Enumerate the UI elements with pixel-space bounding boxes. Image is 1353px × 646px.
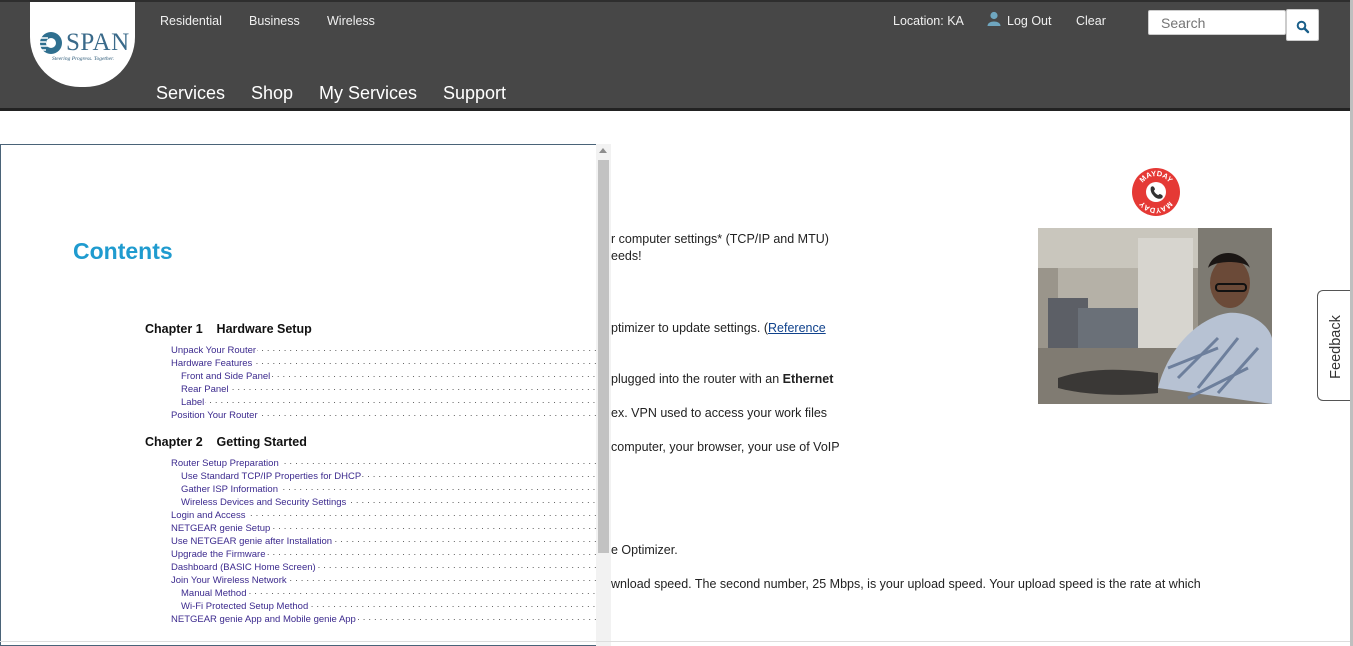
feedback-label: Feedback (1328, 315, 1344, 379)
article-line-3: ptimizer to update settings. (Reference (611, 321, 826, 335)
pdf-scroll-thumb[interactable] (598, 160, 609, 553)
article-line-7: e Optimizer. (611, 543, 678, 557)
article-line-4: plugged into the router with an Ethernet (611, 372, 833, 386)
clear-link[interactable]: Clear (1076, 14, 1106, 28)
span-logo[interactable]: SPAN Steering Progress. Together. (30, 2, 135, 87)
reference-link[interactable]: Reference (768, 321, 826, 335)
mayday-badge-icon[interactable]: MAYDAY MAYDAY (1131, 167, 1181, 217)
toc-entry[interactable]: ........................................… (171, 612, 596, 626)
chapter-1-title: Chapter 1 Hardware Setup (145, 322, 312, 336)
webcam-image (1038, 228, 1272, 404)
feedback-tab[interactable]: Feedback (1317, 290, 1353, 401)
footer-divider (0, 641, 1353, 642)
article-line-6: computer, your browser, your use of VoIP (611, 440, 840, 454)
article-line-1: r computer settings* (TCP/IP and MTU) (611, 232, 829, 246)
article-line-8: wnload speed. The second number, 25 Mbps… (611, 577, 1201, 591)
toc-entry-title: NETGEAR genie App and Mobile genie App (171, 613, 357, 626)
nav-residential[interactable]: Residential (160, 14, 222, 28)
logo-mark-icon (40, 32, 62, 54)
nav-my-services[interactable]: My Services (319, 83, 417, 104)
search-input[interactable] (1148, 10, 1286, 35)
logo-text: SPAN (66, 29, 130, 56)
toc-entry-title: Position Your Router (171, 409, 259, 422)
nav-business[interactable]: Business (249, 14, 300, 28)
nav-shop[interactable]: Shop (251, 83, 293, 104)
article-line-3-text: ptimizer to update settings. ( (611, 321, 769, 335)
toc-entry[interactable]: ........................................… (171, 408, 596, 422)
scroll-up-icon[interactable] (599, 148, 607, 153)
contents-heading: Contents (73, 238, 173, 264)
toc-leader: ........................................… (181, 382, 596, 393)
nav-support[interactable]: Support (443, 83, 506, 104)
search-button[interactable] (1286, 9, 1319, 41)
logo-tagline: Steering Progress. Together. (52, 56, 115, 62)
nav-wireless[interactable]: Wireless (327, 14, 375, 28)
article-line-5: ex. VPN used to access your work files (611, 406, 828, 420)
site-header: SPAN Steering Progress. Together. Reside… (0, 0, 1353, 108)
location-link[interactable]: Location: KA (893, 14, 964, 28)
toc-leader: ........................................… (181, 395, 596, 406)
logout-link[interactable]: Log Out (1007, 14, 1051, 28)
webcam-feed[interactable] (1038, 228, 1272, 404)
header-divider (0, 108, 1353, 111)
article-line-2: eeds! (611, 249, 642, 263)
pdf-scrollbar[interactable] (596, 144, 611, 646)
user-icon (987, 11, 1001, 26)
pdf-viewer[interactable]: Contents Chapter 1 Hardware Setup ......… (0, 144, 596, 646)
nav-services[interactable]: Services (156, 83, 225, 104)
article-line-4-text: plugged into the router with an (611, 372, 783, 386)
ethernet-text: Ethernet (782, 372, 834, 386)
search-icon (1296, 20, 1310, 34)
chapter-2-title: Chapter 2 Getting Started (145, 435, 307, 449)
